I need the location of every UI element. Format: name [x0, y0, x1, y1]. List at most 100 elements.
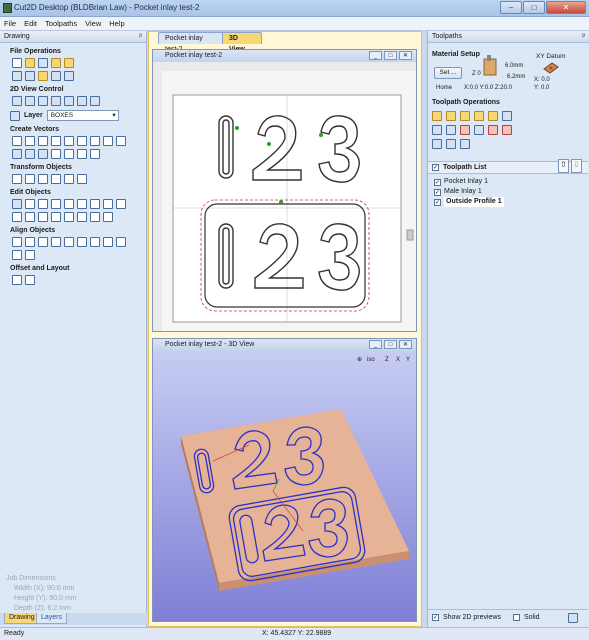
mirror-icon[interactable]: [51, 174, 61, 184]
circle-icon[interactable]: [12, 136, 22, 146]
join-icon[interactable]: [64, 199, 74, 209]
rectangle-icon[interactable]: [38, 136, 48, 146]
merge-icon[interactable]: [446, 139, 456, 149]
layer-select[interactable]: BOXES ▾: [46, 110, 119, 121]
redo-icon[interactable]: [64, 71, 74, 81]
tab-layers[interactable]: Layers: [36, 613, 68, 624]
move-down-icon[interactable]: ⇩: [571, 159, 582, 173]
edit-toolpath-icon[interactable]: [432, 125, 442, 135]
distribute-h-icon[interactable]: [103, 237, 113, 247]
drilling-toolpath-icon[interactable]: [460, 111, 470, 121]
spiral-icon[interactable]: [116, 136, 126, 146]
close-3d-button[interactable]: ✕: [399, 340, 412, 349]
summary-icon[interactable]: [488, 125, 498, 135]
space-icon[interactable]: [25, 250, 35, 260]
time-estimate-icon[interactable]: [502, 125, 512, 135]
align-right-icon[interactable]: [51, 237, 61, 247]
close-button[interactable]: ✕: [546, 1, 586, 14]
tab-pocket-inlay[interactable]: Pocket inlay test-2: [158, 32, 224, 53]
minimize-3d-button[interactable]: _: [369, 340, 382, 349]
delete-toolpath-icon[interactable]: [460, 125, 470, 135]
polygon-icon[interactable]: [51, 136, 61, 146]
zoom-extents-icon[interactable]: [12, 96, 22, 106]
ungroup-icon[interactable]: [51, 199, 61, 209]
show-2d-previews-checkbox[interactable]: ✓: [432, 614, 439, 621]
tab-drawing[interactable]: Drawing: [4, 613, 40, 624]
undo-icon[interactable]: [51, 71, 61, 81]
profile-toolpath-icon[interactable]: [432, 111, 442, 121]
2d-canvas[interactable]: [153, 62, 416, 331]
new-file-icon[interactable]: [12, 58, 22, 68]
paste-icon[interactable]: [38, 71, 48, 81]
open-folder-icon[interactable]: [51, 58, 61, 68]
maximize-3d-button[interactable]: □: [384, 340, 397, 349]
trim-icon[interactable]: [90, 199, 100, 209]
subtract-icon[interactable]: [116, 199, 126, 209]
weld-icon[interactable]: [103, 199, 113, 209]
align-top-icon[interactable]: [64, 237, 74, 247]
angle-icon[interactable]: [64, 212, 74, 222]
array-copy-icon[interactable]: [25, 275, 35, 285]
toolpath-list-checkbox[interactable]: ✓: [432, 164, 439, 171]
align-hcenter-icon[interactable]: [38, 237, 48, 247]
rotate-icon[interactable]: [38, 174, 48, 184]
menu-view[interactable]: View: [85, 19, 101, 28]
vcarve-toolpath-icon[interactable]: [488, 111, 498, 121]
close-vector-icon[interactable]: [77, 199, 87, 209]
material-set-button[interactable]: Set ...: [434, 67, 462, 79]
tool-database-icon[interactable]: [474, 125, 484, 135]
preview-icon[interactable]: [502, 111, 512, 121]
zoom-icon[interactable]: [51, 96, 61, 106]
offset-icon[interactable]: [12, 275, 22, 285]
toolpath-item-male-inlay[interactable]: ✓ Male Inlay 1: [434, 187, 588, 197]
arc-icon[interactable]: [90, 136, 100, 146]
menu-toolpaths[interactable]: Toolpaths: [45, 19, 77, 28]
copy-icon[interactable]: [25, 71, 35, 81]
pocket-toolpath-icon[interactable]: [446, 111, 456, 121]
size-icon[interactable]: [64, 174, 74, 184]
scale-icon[interactable]: [25, 174, 35, 184]
pan-icon[interactable]: [64, 96, 74, 106]
select-icon[interactable]: [12, 199, 22, 209]
cursor-icon[interactable]: [103, 212, 113, 222]
align-vcenter-icon[interactable]: [77, 237, 87, 247]
view-icon[interactable]: [90, 96, 100, 106]
distribute-v-icon[interactable]: [116, 237, 126, 247]
templates-icon[interactable]: [432, 139, 442, 149]
menu-edit[interactable]: Edit: [24, 19, 37, 28]
solid-checkbox[interactable]: [512, 614, 520, 621]
text-arc-icon[interactable]: [38, 149, 48, 159]
import-icon[interactable]: [64, 58, 74, 68]
toolpath-checkbox[interactable]: ✓: [434, 178, 441, 186]
node-edit-icon[interactable]: [25, 199, 35, 209]
move-icon[interactable]: [12, 174, 22, 184]
menu-help[interactable]: Help: [109, 19, 124, 28]
extend-icon[interactable]: [38, 212, 48, 222]
toolpath-checkbox[interactable]: ✓: [434, 188, 441, 196]
triangle-icon[interactable]: [77, 212, 87, 222]
intersect-icon[interactable]: [12, 212, 22, 222]
toolpath-item-pocket-inlay[interactable]: ✓ Pocket Inlay 1: [434, 177, 588, 187]
draw-icon[interactable]: [77, 149, 87, 159]
close-2d-button[interactable]: ✕: [399, 51, 412, 60]
align-edge-icon[interactable]: [12, 250, 22, 260]
toolpath-checkbox[interactable]: ✓: [434, 198, 441, 206]
group-icon[interactable]: [38, 199, 48, 209]
move-up-icon[interactable]: ⇧: [558, 159, 569, 173]
align-center-icon[interactable]: [77, 174, 87, 184]
text-icon[interactable]: [12, 149, 22, 159]
dimension-icon[interactable]: [51, 149, 61, 159]
text-on-curve-icon[interactable]: [25, 149, 35, 159]
pin-icon[interactable]: ᵖ: [139, 31, 142, 43]
node-icon[interactable]: [90, 149, 100, 159]
tab-3d-view[interactable]: 3D View: [222, 32, 262, 53]
toolpath-item-outside-profile[interactable]: ✓ Outside Profile 1: [434, 197, 588, 207]
menu-file[interactable]: File: [4, 19, 16, 28]
grid-icon[interactable]: [77, 96, 87, 106]
save-toolpath-icon[interactable]: [460, 139, 470, 149]
scissors-icon[interactable]: [51, 212, 61, 222]
xy-datum-icon[interactable]: [542, 61, 560, 75]
3d-canvas[interactable]: ⊕ iso Z X Y: [153, 351, 416, 621]
maximize-button[interactable]: □: [523, 1, 545, 14]
copy-toolpath-icon[interactable]: [446, 125, 456, 135]
